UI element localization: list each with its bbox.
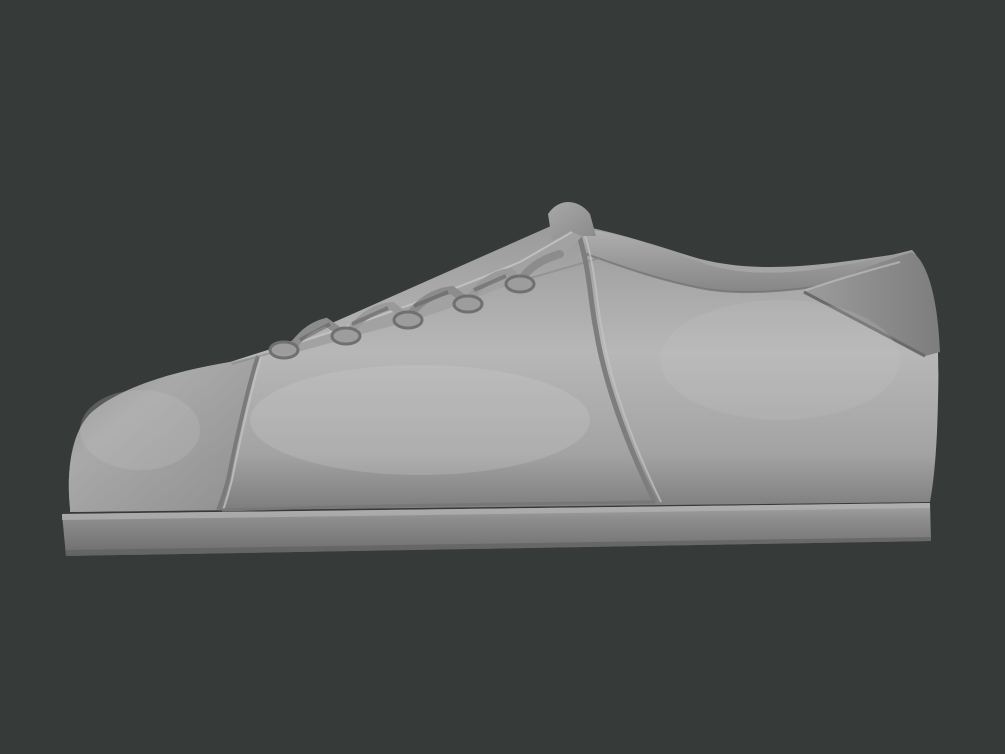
eyelet (330, 326, 362, 346)
eyelet (452, 294, 484, 314)
sole (62, 503, 931, 556)
shoe-render (62, 201, 940, 556)
render-viewport (0, 0, 1005, 754)
eyelet (392, 310, 424, 330)
eyelet (504, 274, 536, 294)
eyelet (268, 340, 300, 360)
